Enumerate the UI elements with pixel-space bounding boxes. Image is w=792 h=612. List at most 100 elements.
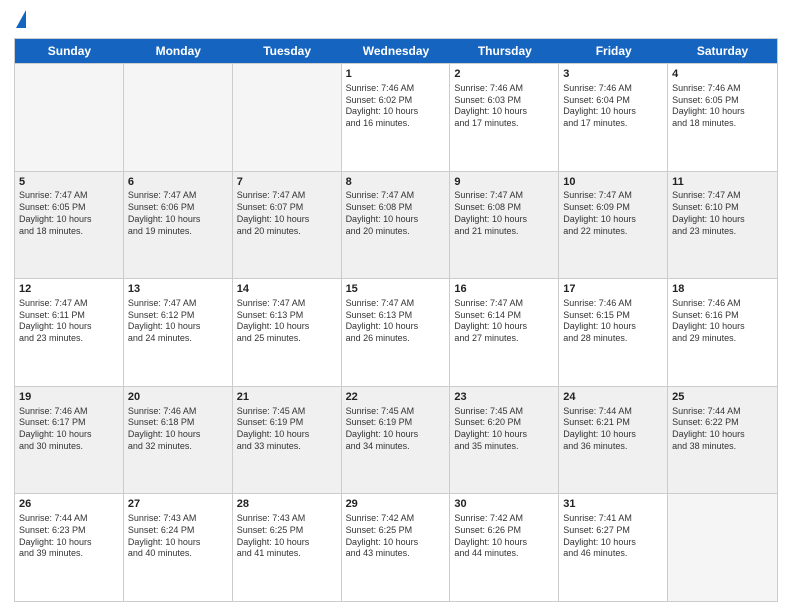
day-number: 18 (672, 282, 773, 297)
calendar-row-1: 5Sunrise: 7:47 AM Sunset: 6:05 PM Daylig… (15, 171, 777, 279)
day-number: 11 (672, 175, 773, 190)
cell-info: Sunrise: 7:42 AM Sunset: 6:25 PM Dayligh… (346, 513, 446, 560)
day-number: 6 (128, 175, 228, 190)
calendar-cell: 14Sunrise: 7:47 AM Sunset: 6:13 PM Dayli… (233, 279, 342, 386)
day-number: 26 (19, 497, 119, 512)
calendar-cell: 7Sunrise: 7:47 AM Sunset: 6:07 PM Daylig… (233, 172, 342, 279)
day-number: 10 (563, 175, 663, 190)
calendar-cell: 8Sunrise: 7:47 AM Sunset: 6:08 PM Daylig… (342, 172, 451, 279)
cell-info: Sunrise: 7:46 AM Sunset: 6:02 PM Dayligh… (346, 83, 446, 130)
header-day-friday: Friday (559, 39, 668, 63)
cell-info: Sunrise: 7:47 AM Sunset: 6:11 PM Dayligh… (19, 298, 119, 345)
day-number: 5 (19, 175, 119, 190)
day-number: 4 (672, 67, 773, 82)
cell-info: Sunrise: 7:47 AM Sunset: 6:08 PM Dayligh… (346, 190, 446, 237)
cell-info: Sunrise: 7:45 AM Sunset: 6:20 PM Dayligh… (454, 406, 554, 453)
cell-info: Sunrise: 7:46 AM Sunset: 6:16 PM Dayligh… (672, 298, 773, 345)
calendar-cell: 11Sunrise: 7:47 AM Sunset: 6:10 PM Dayli… (668, 172, 777, 279)
day-number: 9 (454, 175, 554, 190)
cell-info: Sunrise: 7:46 AM Sunset: 6:04 PM Dayligh… (563, 83, 663, 130)
cell-info: Sunrise: 7:46 AM Sunset: 6:18 PM Dayligh… (128, 406, 228, 453)
day-number: 12 (19, 282, 119, 297)
cell-info: Sunrise: 7:47 AM Sunset: 6:05 PM Dayligh… (19, 190, 119, 237)
cell-info: Sunrise: 7:44 AM Sunset: 6:23 PM Dayligh… (19, 513, 119, 560)
header-day-wednesday: Wednesday (342, 39, 451, 63)
header-day-thursday: Thursday (450, 39, 559, 63)
cell-info: Sunrise: 7:46 AM Sunset: 6:15 PM Dayligh… (563, 298, 663, 345)
cell-info: Sunrise: 7:47 AM Sunset: 6:12 PM Dayligh… (128, 298, 228, 345)
cell-info: Sunrise: 7:42 AM Sunset: 6:26 PM Dayligh… (454, 513, 554, 560)
cell-info: Sunrise: 7:47 AM Sunset: 6:08 PM Dayligh… (454, 190, 554, 237)
cell-info: Sunrise: 7:46 AM Sunset: 6:03 PM Dayligh… (454, 83, 554, 130)
cell-info: Sunrise: 7:47 AM Sunset: 6:06 PM Dayligh… (128, 190, 228, 237)
calendar-cell: 2Sunrise: 7:46 AM Sunset: 6:03 PM Daylig… (450, 64, 559, 171)
day-number: 3 (563, 67, 663, 82)
day-number: 2 (454, 67, 554, 82)
calendar-cell: 22Sunrise: 7:45 AM Sunset: 6:19 PM Dayli… (342, 387, 451, 494)
header-day-sunday: Sunday (15, 39, 124, 63)
cell-info: Sunrise: 7:44 AM Sunset: 6:22 PM Dayligh… (672, 406, 773, 453)
calendar-cell: 15Sunrise: 7:47 AM Sunset: 6:13 PM Dayli… (342, 279, 451, 386)
calendar-cell: 31Sunrise: 7:41 AM Sunset: 6:27 PM Dayli… (559, 494, 668, 601)
calendar-cell: 26Sunrise: 7:44 AM Sunset: 6:23 PM Dayli… (15, 494, 124, 601)
day-number: 29 (346, 497, 446, 512)
header-day-saturday: Saturday (668, 39, 777, 63)
calendar-cell: 19Sunrise: 7:46 AM Sunset: 6:17 PM Dayli… (15, 387, 124, 494)
calendar-cell: 6Sunrise: 7:47 AM Sunset: 6:06 PM Daylig… (124, 172, 233, 279)
calendar-cell: 24Sunrise: 7:44 AM Sunset: 6:21 PM Dayli… (559, 387, 668, 494)
day-number: 28 (237, 497, 337, 512)
calendar-cell: 29Sunrise: 7:42 AM Sunset: 6:25 PM Dayli… (342, 494, 451, 601)
cell-info: Sunrise: 7:45 AM Sunset: 6:19 PM Dayligh… (237, 406, 337, 453)
day-number: 19 (19, 390, 119, 405)
cell-info: Sunrise: 7:43 AM Sunset: 6:24 PM Dayligh… (128, 513, 228, 560)
cell-info: Sunrise: 7:44 AM Sunset: 6:21 PM Dayligh… (563, 406, 663, 453)
calendar-cell: 5Sunrise: 7:47 AM Sunset: 6:05 PM Daylig… (15, 172, 124, 279)
calendar-cell (668, 494, 777, 601)
calendar: SundayMondayTuesdayWednesdayThursdayFrid… (14, 38, 778, 602)
calendar-row-3: 19Sunrise: 7:46 AM Sunset: 6:17 PM Dayli… (15, 386, 777, 494)
calendar-cell: 1Sunrise: 7:46 AM Sunset: 6:02 PM Daylig… (342, 64, 451, 171)
calendar-cell: 27Sunrise: 7:43 AM Sunset: 6:24 PM Dayli… (124, 494, 233, 601)
calendar-cell: 20Sunrise: 7:46 AM Sunset: 6:18 PM Dayli… (124, 387, 233, 494)
cell-info: Sunrise: 7:46 AM Sunset: 6:05 PM Dayligh… (672, 83, 773, 130)
calendar-body: 1Sunrise: 7:46 AM Sunset: 6:02 PM Daylig… (15, 63, 777, 601)
day-number: 24 (563, 390, 663, 405)
day-number: 7 (237, 175, 337, 190)
logo-triangle-icon (16, 10, 26, 28)
calendar-cell: 21Sunrise: 7:45 AM Sunset: 6:19 PM Dayli… (233, 387, 342, 494)
cell-info: Sunrise: 7:47 AM Sunset: 6:10 PM Dayligh… (672, 190, 773, 237)
calendar-cell (15, 64, 124, 171)
cell-info: Sunrise: 7:45 AM Sunset: 6:19 PM Dayligh… (346, 406, 446, 453)
day-number: 16 (454, 282, 554, 297)
calendar-cell: 25Sunrise: 7:44 AM Sunset: 6:22 PM Dayli… (668, 387, 777, 494)
day-number: 27 (128, 497, 228, 512)
logo (14, 10, 26, 30)
day-number: 21 (237, 390, 337, 405)
day-number: 25 (672, 390, 773, 405)
calendar-cell: 23Sunrise: 7:45 AM Sunset: 6:20 PM Dayli… (450, 387, 559, 494)
calendar-cell: 13Sunrise: 7:47 AM Sunset: 6:12 PM Dayli… (124, 279, 233, 386)
header-day-monday: Monday (124, 39, 233, 63)
cell-info: Sunrise: 7:47 AM Sunset: 6:14 PM Dayligh… (454, 298, 554, 345)
calendar-cell: 17Sunrise: 7:46 AM Sunset: 6:15 PM Dayli… (559, 279, 668, 386)
calendar-row-4: 26Sunrise: 7:44 AM Sunset: 6:23 PM Dayli… (15, 493, 777, 601)
page: SundayMondayTuesdayWednesdayThursdayFrid… (0, 0, 792, 612)
day-number: 13 (128, 282, 228, 297)
day-number: 1 (346, 67, 446, 82)
calendar-header: SundayMondayTuesdayWednesdayThursdayFrid… (15, 39, 777, 63)
calendar-cell (233, 64, 342, 171)
day-number: 15 (346, 282, 446, 297)
cell-info: Sunrise: 7:47 AM Sunset: 6:13 PM Dayligh… (346, 298, 446, 345)
cell-info: Sunrise: 7:47 AM Sunset: 6:13 PM Dayligh… (237, 298, 337, 345)
day-number: 17 (563, 282, 663, 297)
calendar-cell: 10Sunrise: 7:47 AM Sunset: 6:09 PM Dayli… (559, 172, 668, 279)
day-number: 20 (128, 390, 228, 405)
header-day-tuesday: Tuesday (233, 39, 342, 63)
calendar-cell: 30Sunrise: 7:42 AM Sunset: 6:26 PM Dayli… (450, 494, 559, 601)
calendar-row-2: 12Sunrise: 7:47 AM Sunset: 6:11 PM Dayli… (15, 278, 777, 386)
calendar-row-0: 1Sunrise: 7:46 AM Sunset: 6:02 PM Daylig… (15, 63, 777, 171)
header (14, 10, 778, 30)
calendar-cell: 3Sunrise: 7:46 AM Sunset: 6:04 PM Daylig… (559, 64, 668, 171)
calendar-cell: 18Sunrise: 7:46 AM Sunset: 6:16 PM Dayli… (668, 279, 777, 386)
cell-info: Sunrise: 7:47 AM Sunset: 6:09 PM Dayligh… (563, 190, 663, 237)
